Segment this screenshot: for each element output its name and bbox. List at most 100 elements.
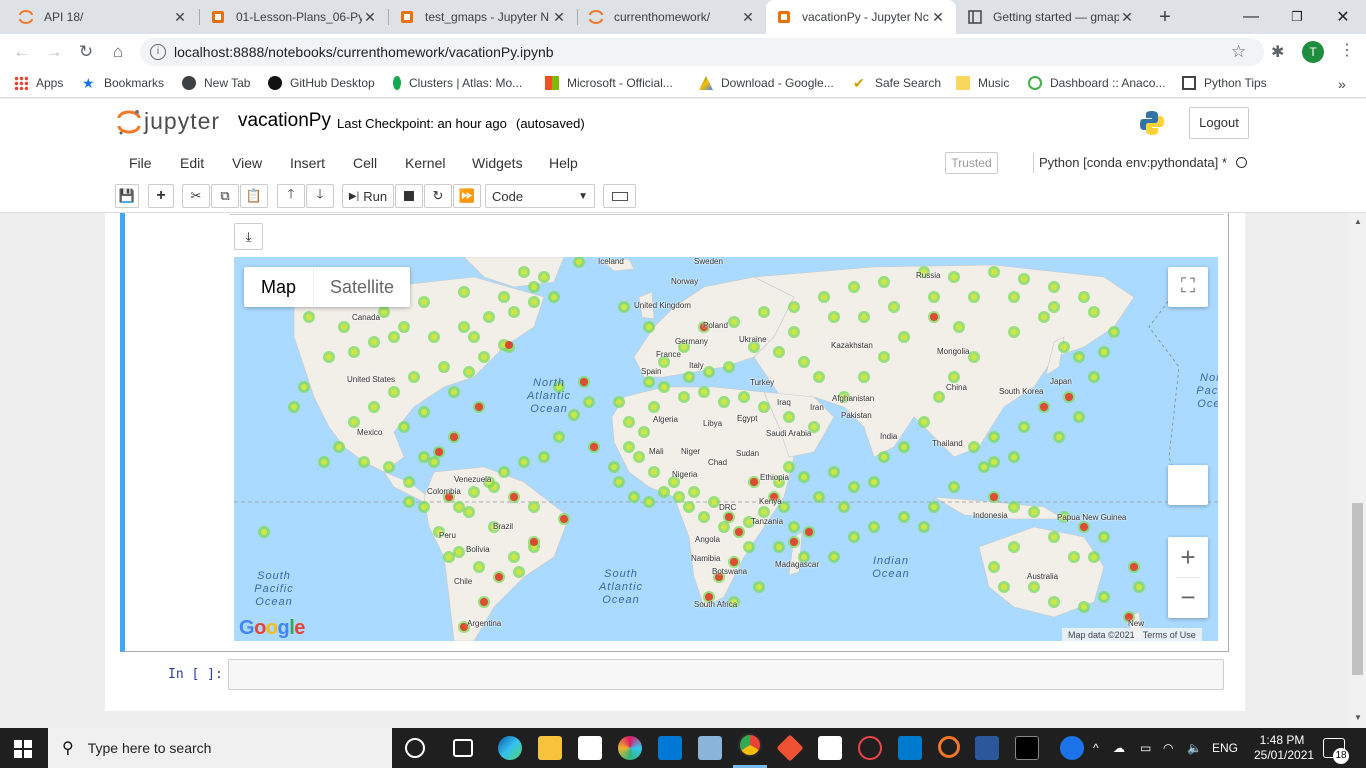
browser-tab[interactable]: Getting started — gmap ✕ [957, 0, 1145, 34]
move-down-button[interactable]: 🡓 [306, 184, 334, 208]
menu-dots-icon[interactable]: ⋮ [1339, 40, 1355, 60]
download-map-button[interactable]: ⤓ [234, 223, 263, 250]
menu-cell[interactable]: Cell [353, 155, 377, 171]
close-icon[interactable]: ✕ [1119, 9, 1135, 26]
menu-file[interactable]: File [129, 155, 152, 171]
taskbar-search[interactable]: ⚲ Type here to search [48, 728, 392, 768]
chrome-icon[interactable] [738, 733, 762, 757]
volume-icon[interactable]: 🔈 [1187, 741, 1202, 755]
menu-help[interactable]: Help [549, 155, 578, 171]
profile-avatar[interactable]: T [1302, 41, 1324, 63]
clock[interactable]: 1:48 PM 25/01/2021 [1254, 733, 1314, 763]
info-icon[interactable]: i [150, 44, 166, 60]
close-icon[interactable]: ✕ [740, 9, 756, 26]
browser-tab[interactable]: 01-Lesson-Plans_06-Pyt ✕ [200, 0, 388, 34]
input-language[interactable]: ENG [1212, 741, 1238, 755]
restart-button[interactable]: ↻ [424, 184, 452, 208]
mail-icon[interactable] [658, 736, 682, 760]
battery-icon[interactable]: ▭ [1140, 741, 1151, 755]
trusted-badge[interactable]: Trusted [945, 152, 998, 174]
bookmark-new-tab[interactable]: New Tab [182, 76, 250, 90]
close-icon[interactable]: ✕ [172, 9, 188, 26]
forward-button[interactable]: → [42, 40, 66, 64]
zoom-out-button[interactable]: − [1168, 578, 1208, 618]
page-scrollbar[interactable]: ▲ ▼ [1350, 213, 1366, 728]
close-icon[interactable]: ✕ [930, 9, 946, 26]
slack-icon[interactable] [618, 736, 642, 760]
bookmark-atlas[interactable]: Clusters | Atlas: Mo... [393, 76, 522, 90]
reload-button[interactable]: ↻ [74, 40, 98, 64]
scroll-down-icon[interactable]: ▼ [1354, 713, 1362, 722]
scroll-up-icon[interactable]: ▲ [1354, 217, 1362, 226]
pegman-button[interactable] [1168, 465, 1208, 505]
logout-button[interactable]: Logout [1189, 107, 1249, 139]
onedrive-icon[interactable]: ☁ [1113, 741, 1125, 755]
close-window-button[interactable]: ✕ [1320, 0, 1366, 34]
paste-button[interactable]: 📋 [240, 184, 268, 208]
command-palette-button[interactable] [603, 184, 636, 208]
windows-start-icon[interactable] [14, 740, 32, 758]
bookmark-music[interactable]: Music [956, 76, 1009, 90]
bookmark-bookmarks[interactable]: ★ Bookmarks [82, 76, 164, 90]
cell-type-select[interactable]: Code ▼ [485, 184, 595, 208]
web-icon[interactable] [858, 736, 882, 760]
bookmarks-overflow-icon[interactable]: » [1338, 76, 1346, 92]
file-explorer-icon[interactable] [538, 736, 562, 760]
browser-tab-active[interactable]: vacationPy - Jupyter Nc ✕ [766, 0, 956, 34]
bookmark-python-tips[interactable]: Python Tips [1182, 76, 1267, 90]
task-view-icon[interactable] [453, 739, 473, 757]
notebook-name[interactable]: vacationPy [238, 110, 331, 132]
menu-edit[interactable]: Edit [180, 155, 204, 171]
move-up-button[interactable]: 🡑 [277, 184, 305, 208]
bookmark-safe-search[interactable]: ✔ Safe Search [853, 76, 941, 90]
extensions-icon[interactable]: ✱ [1271, 42, 1284, 62]
home-button[interactable]: ⌂ [106, 40, 130, 64]
menu-insert[interactable]: Insert [290, 155, 325, 171]
close-icon[interactable]: ✕ [362, 9, 378, 26]
tray-chevron-icon[interactable]: ^ [1093, 741, 1099, 755]
bookmark-microsoft[interactable]: Microsoft - Official... [545, 76, 673, 90]
terminal-icon[interactable] [1015, 736, 1039, 760]
vscode-icon[interactable] [898, 736, 922, 760]
cortana-icon[interactable] [405, 738, 425, 758]
help-icon[interactable] [1060, 736, 1084, 760]
bookmark-anaconda[interactable]: Dashboard :: Anaco... [1028, 76, 1165, 90]
cut-button[interactable]: ✂ [182, 184, 210, 208]
code-cell-input[interactable] [228, 659, 1224, 690]
insert-cell-button[interactable]: + [148, 184, 174, 208]
browser-tab[interactable]: test_gmaps - Jupyter N ✕ [389, 0, 577, 34]
map-type-satellite-button[interactable]: Satellite [313, 267, 410, 307]
bookmark-github[interactable]: GitHub Desktop [268, 76, 375, 90]
save-button[interactable]: 💾 [115, 184, 139, 208]
copy-button[interactable]: ⧉ [211, 184, 239, 208]
bookmark-drive[interactable]: Download - Google... [699, 76, 834, 90]
bookmark-star-icon[interactable]: ☆ [1231, 42, 1246, 62]
jupyter-logo-icon[interactable] [117, 108, 141, 136]
zoom-in-button[interactable]: + [1168, 537, 1208, 577]
terms-of-use-link[interactable]: Terms of Use [1143, 630, 1196, 640]
gmaps-widget[interactable]: Map Satellite ⛶ + − Google Map data ©202… [234, 257, 1218, 641]
fullscreen-button[interactable]: ⛶ [1168, 267, 1208, 307]
interrupt-button[interactable] [395, 184, 423, 208]
menu-kernel[interactable]: Kernel [405, 155, 445, 171]
scrollbar-thumb[interactable] [1352, 503, 1363, 675]
restore-button[interactable]: ❐ [1274, 0, 1320, 34]
menu-widgets[interactable]: Widgets [472, 155, 523, 171]
wifi-icon[interactable]: ◠ [1163, 741, 1173, 755]
app-k-icon[interactable] [818, 736, 842, 760]
restart-run-all-button[interactable]: ⏩ [453, 184, 481, 208]
word-icon[interactable] [975, 736, 999, 760]
browser-tab[interactable]: API 18/ ✕ [8, 0, 198, 34]
url-text[interactable]: localhost:8888/notebooks/currenthomework… [174, 44, 554, 60]
close-icon[interactable]: ✕ [551, 9, 567, 26]
new-tab-button[interactable]: + [1153, 5, 1177, 29]
bookmark-apps[interactable]: Apps [14, 76, 63, 90]
jupyter-taskbar-icon[interactable] [938, 736, 960, 758]
menu-view[interactable]: View [232, 155, 262, 171]
map-type-map-button[interactable]: Map [244, 267, 313, 307]
minimize-button[interactable]: — [1228, 0, 1274, 34]
run-button[interactable]: ▶| Run [342, 184, 394, 208]
edge-icon[interactable] [498, 736, 522, 760]
store-icon[interactable] [578, 736, 602, 760]
browser-tab[interactable]: currenthomework/ ✕ [578, 0, 766, 34]
